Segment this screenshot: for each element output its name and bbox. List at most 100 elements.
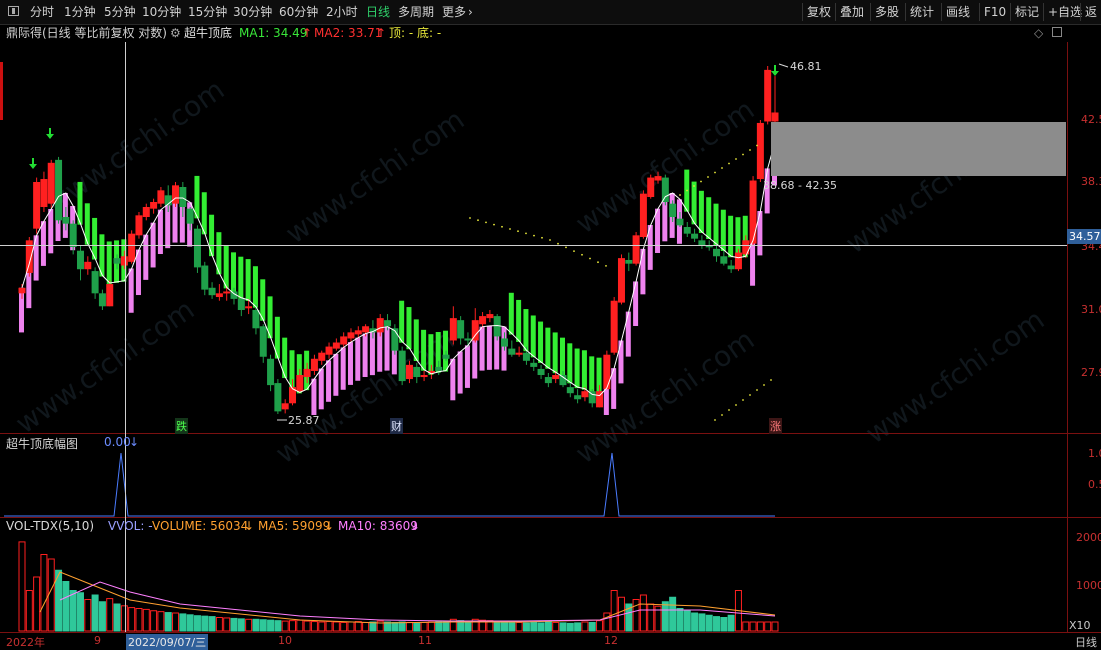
projection-dot	[707, 176, 709, 178]
volume-bar	[62, 581, 70, 632]
candle-body	[40, 179, 48, 207]
volume-bar	[515, 621, 523, 632]
volume-tick: 1000	[1076, 579, 1101, 592]
projection-dot	[756, 389, 758, 391]
volume-bar	[91, 594, 99, 632]
volume-label: VOLUME: 56034	[152, 519, 249, 533]
sell-arrow-icon	[29, 158, 37, 169]
price-axis-tick: 31.0	[1081, 303, 1101, 316]
price-axis-tick: 42.5	[1081, 113, 1101, 126]
candle-body	[142, 207, 150, 217]
candle-body	[398, 350, 406, 382]
volume-bar	[303, 620, 311, 632]
projection-dot	[557, 242, 559, 245]
candle-body	[574, 395, 582, 400]
volume-bar	[544, 621, 552, 632]
bull-band-bar	[757, 211, 763, 256]
candle-body	[756, 122, 764, 180]
candle-body	[259, 326, 267, 357]
volume-bar	[581, 621, 589, 632]
candle-body	[698, 240, 706, 246]
volume-bar	[771, 621, 779, 632]
chart-canvas[interactable]	[0, 0, 1101, 648]
volume-bar	[267, 619, 275, 632]
candle-body	[47, 162, 55, 204]
candle-body	[69, 223, 77, 247]
candle-body	[376, 318, 384, 333]
candle-body	[354, 330, 362, 335]
candle-body	[413, 366, 421, 378]
volume-bar	[113, 603, 121, 632]
projection-dot	[721, 414, 723, 416]
candle-body	[771, 112, 779, 122]
candle-body	[186, 208, 194, 224]
bull-band-bar	[347, 342, 353, 385]
candle-body	[515, 352, 523, 355]
volume-bar	[215, 617, 223, 632]
candle-body	[742, 240, 750, 255]
projection-dot	[581, 253, 583, 256]
volume-bar	[310, 621, 318, 632]
candle-body	[449, 318, 457, 341]
volume-bar	[391, 621, 399, 632]
bull-band-bar	[326, 360, 332, 402]
bull-band-bar	[523, 309, 529, 352]
projection-dot	[721, 167, 723, 169]
volume-bar	[537, 622, 545, 632]
stock-chart-window: 分时 1分钟 5分钟 10分钟 15分钟 30分钟 60分钟 2小时 日线 多周期 更多 › 复权 叠加…	[0, 0, 1101, 650]
projection-dot	[735, 158, 737, 160]
projection-dot	[533, 234, 535, 237]
candle-body	[223, 291, 231, 294]
volume-bar	[245, 618, 253, 632]
candle-body	[274, 383, 282, 412]
projection-dot	[770, 379, 772, 381]
candle-body	[201, 265, 209, 290]
volume-bar	[427, 621, 435, 632]
candle-body	[501, 338, 509, 347]
bull-band-bar	[333, 353, 339, 396]
projection-dot	[714, 171, 716, 174]
signal-mark-cai: 财	[390, 418, 403, 434]
high-leader	[778, 63, 789, 68]
candle-body	[318, 352, 326, 361]
volume-bar	[559, 622, 567, 632]
bull-band-bar	[552, 332, 558, 374]
candle-body	[157, 190, 165, 204]
x-axis-label: 12	[604, 634, 618, 647]
volume-bar	[501, 621, 509, 632]
candle-body	[639, 193, 647, 237]
candle-body	[508, 348, 516, 355]
volume-bar	[230, 617, 238, 632]
volume-bar	[76, 592, 84, 632]
candle-body	[347, 332, 355, 339]
volume-bar	[413, 622, 421, 632]
candle-body	[530, 362, 538, 367]
projection-dot	[679, 194, 681, 196]
current-price-tag: 34.57	[1067, 229, 1101, 244]
volume-bar	[201, 615, 209, 632]
projection-dot	[509, 228, 511, 230]
volume-bar	[150, 610, 158, 632]
volume-bar	[281, 620, 289, 632]
volume-bar	[106, 598, 114, 632]
projection-dot	[493, 223, 495, 226]
bull-band-bar	[706, 197, 712, 239]
volume-bar	[259, 619, 267, 632]
candle-body	[617, 258, 625, 303]
bull-band-bar	[655, 208, 661, 253]
projection-dot	[686, 189, 688, 192]
bull-band-bar	[362, 333, 368, 378]
volume-bar	[135, 608, 143, 632]
volume-bar	[713, 616, 721, 632]
signal-mark-die: 跌	[175, 418, 188, 434]
price-axis-tick: 38.3	[1081, 175, 1101, 188]
volume-bar	[47, 558, 55, 632]
bull-band-bar	[157, 209, 163, 255]
candle-body	[691, 233, 699, 239]
candle-body	[208, 287, 216, 296]
candle-body	[552, 375, 560, 380]
candle-body	[610, 300, 618, 353]
volume-bar	[574, 622, 582, 632]
candle-body	[405, 364, 413, 380]
volume-bar	[749, 621, 757, 632]
